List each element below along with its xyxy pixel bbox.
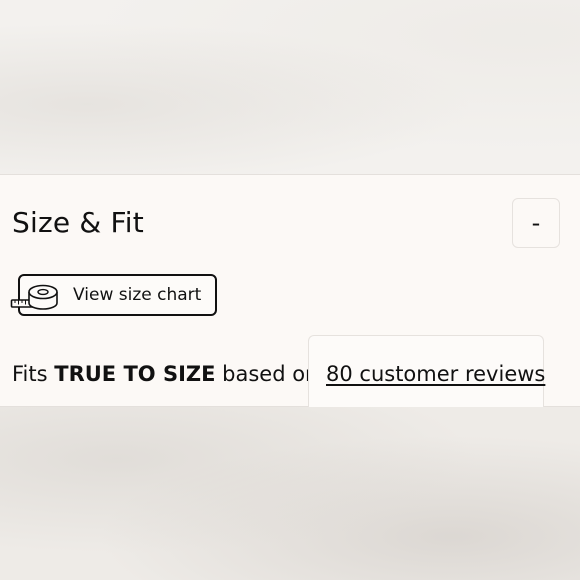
- measuring-tape-icon: [10, 284, 58, 310]
- size-fit-panel: Size & Fit - View size chart Fits TRUE T…: [0, 174, 580, 407]
- product-image-top: [0, 0, 580, 174]
- collapse-button[interactable]: -: [512, 198, 560, 248]
- customer-reviews-link[interactable]: 80 customer reviews: [326, 359, 545, 389]
- fit-summary: Fits TRUE TO SIZE based on: [12, 359, 318, 389]
- fit-suffix: based on: [222, 362, 319, 386]
- fit-value: TRUE TO SIZE: [54, 362, 216, 386]
- size-chart-label: View size chart: [73, 285, 202, 305]
- panel-title: Size & Fit: [12, 206, 144, 239]
- product-image-bottom: [0, 407, 580, 580]
- fit-prefix: Fits: [12, 362, 48, 386]
